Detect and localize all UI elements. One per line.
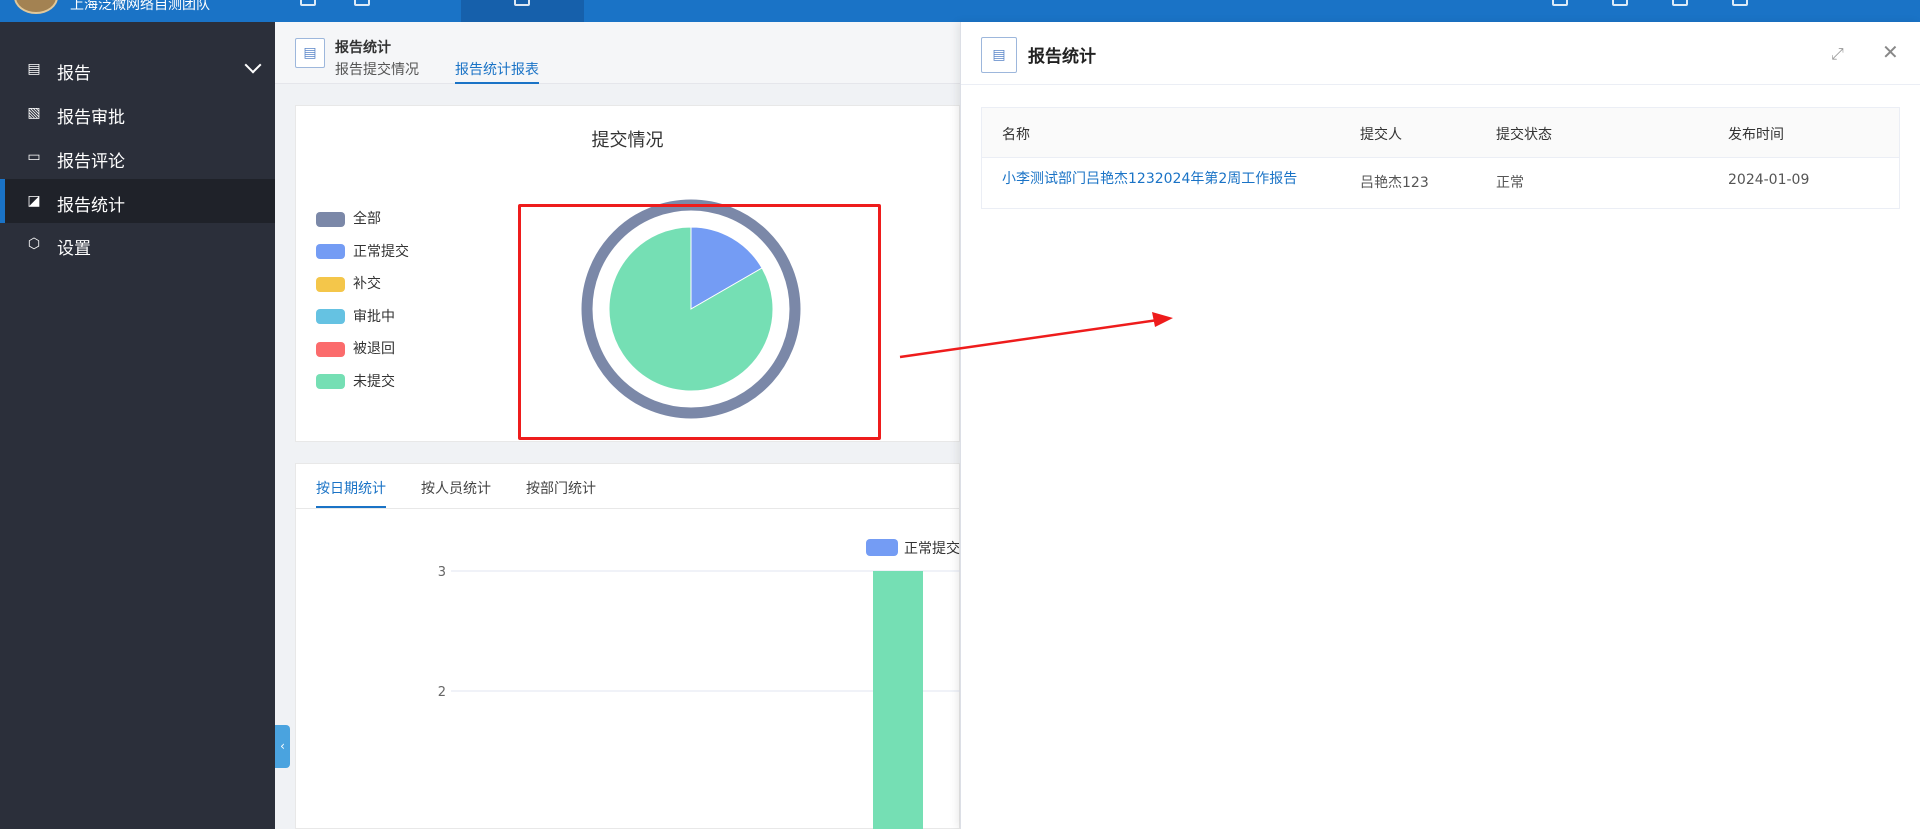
annotation-highlight-box [518,204,881,440]
document-icon: ▤ [27,61,41,77]
chart-title: 提交情况 [591,130,664,151]
y-tick-label: 2 [438,685,446,700]
report-table: 名称 提交人 提交状态 发布时间 小李测试部门吕艳杰1232024年第2周工作报… [981,107,1900,209]
report-name-link[interactable]: 小李测试部门吕艳杰1232024年第2周工作报告 [1002,168,1297,188]
main-header: ▤ 报告统计 报告提交情况 报告统计报表 [275,22,960,84]
tab-statistics-report[interactable]: 报告统计报表 [455,59,539,84]
org-avatar[interactable] [14,0,58,14]
sidebar-item-approval[interactable]: ▧ 报告审批 [0,91,275,135]
settings-icon: ⬡ [27,236,41,252]
table-header: 名称 提交人 提交状态 发布时间 [982,108,1899,158]
toolbar-icon-1[interactable] [1552,0,1568,6]
legend-item[interactable]: 正常提交 [316,241,409,261]
statistics-icon: ◪ [27,193,41,209]
message-icon[interactable] [354,0,370,6]
sidebar-item-statistics[interactable]: ◪ 报告统计 [0,179,275,223]
collapse-sidebar-button[interactable]: ‹ [275,725,290,768]
legend-item[interactable]: 被退回 [316,338,395,358]
legend-item[interactable]: 审批中 [316,306,395,326]
sidebar-item-comment[interactable]: ▭ 报告评论 [0,135,275,179]
legend-label: 未提交 [353,373,395,390]
legend-label: 正常提交 [904,540,960,557]
bar [873,571,923,829]
legend-item[interactable]: 补交 [316,273,381,293]
tab-by-person[interactable]: 按人员统计 [421,478,491,498]
document-icon: ▤ [295,38,325,68]
sidebar-item-label: 设置 [57,239,91,259]
legend-label: 补交 [353,276,381,292]
y-tick-label: 3 [438,565,446,580]
column-header-submitter: 提交人 [1360,127,1402,143]
legend-label: 全部 [353,211,381,227]
top-bar: 上海泛微网络自测团队 [0,0,1920,22]
legend-swatch [316,211,345,227]
legend-swatch [316,309,345,324]
report-statistics-panel: ▤ 报告统计 ⤢ ✕ 名称 提交人 提交状态 发布时间 小李测试部门吕艳杰123… [960,22,1920,829]
close-icon[interactable]: ✕ [1882,40,1899,64]
column-header-date: 发布时间 [1728,127,1784,143]
org-name: 上海泛微网络自测团队 [70,0,210,13]
date-cell: 2024-01-09 [1728,172,1810,188]
sidebar: ▤ 报告 ▧ 报告审批 ▭ 报告评论 ◪ 报告统计 ⬡ 设置 [0,22,275,829]
legend-swatch [316,374,345,389]
sidebar-item-label: 报告评论 [57,152,125,172]
apps-icon[interactable] [300,0,316,6]
chevron-down-icon [244,56,262,74]
expand-icon[interactable]: ⤢ [1831,44,1844,64]
approval-icon: ▧ [27,105,41,121]
status-cell: 正常 [1496,175,1524,191]
toolbar-icon-3[interactable] [1672,0,1688,6]
column-header-status: 提交状态 [1496,127,1552,143]
legend-label: 正常提交 [353,243,409,260]
toolbar-icon-4[interactable] [1732,0,1748,6]
tab-by-date[interactable]: 按日期统计 [316,478,386,508]
bar-chart-card: 按日期统计 按人员统计 按部门统计 3 2 正常提交 [295,463,961,829]
bar-chart: 3 2 正常提交 [438,539,961,829]
legend-swatch [316,341,345,357]
legend-swatch [316,276,345,292]
legend-label: 被退回 [353,341,395,357]
legend-swatch [316,244,345,259]
page-title: 报告统计 [335,40,391,56]
panel-title: 报告统计 [1028,47,1096,67]
sidebar-item-settings[interactable]: ⬡ 设置 [0,222,275,266]
nav-icon[interactable] [514,0,530,6]
panel-header: ▤ 报告统计 ⤢ ✕ [961,22,1920,85]
legend-label: 审批中 [353,308,395,325]
legend-item[interactable]: 全部 [316,208,381,228]
document-icon: ▤ [981,37,1017,73]
sidebar-item-label: 报告统计 [57,196,125,216]
submitter-cell: 吕艳杰123 [1360,175,1429,191]
sidebar-item-report[interactable]: ▤ 报告 [0,47,275,91]
tab-submission-status[interactable]: 报告提交情况 [335,59,419,79]
sidebar-item-label: 报告 [57,64,91,84]
legend-swatch [866,539,898,556]
tab-by-department[interactable]: 按部门统计 [526,478,596,498]
comment-icon: ▭ [27,149,41,165]
column-header-name: 名称 [1002,127,1030,143]
sidebar-item-label: 报告审批 [57,108,125,128]
toolbar-icon-2[interactable] [1612,0,1628,6]
bar-tabs: 按日期统计 按人员统计 按部门统计 [296,464,959,509]
legend-item[interactable]: 未提交 [316,371,395,391]
